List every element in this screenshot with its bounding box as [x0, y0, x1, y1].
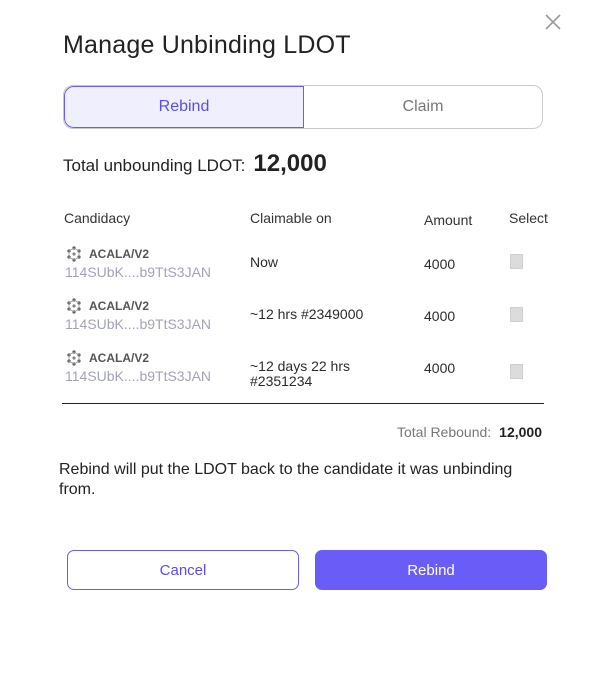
claimable-on-value: Now — [250, 254, 279, 270]
total-rebound-value: 12,000 — [499, 424, 542, 440]
select-checkbox[interactable] — [510, 307, 523, 322]
rebind-info-text: Rebind will put the LDOT back to the can… — [59, 461, 513, 498]
total-unbounding: Total unbounding LDOT: 12,000 — [63, 150, 327, 178]
rebind-button[interactable]: Rebind — [315, 550, 547, 590]
header-amount: Amount — [424, 212, 473, 228]
total-rebound-label: Total Rebound: — [396, 424, 492, 440]
tab-claim[interactable]: Claim — [304, 86, 542, 128]
header-select: Select — [509, 210, 548, 226]
total-unbounding-value: 12,000 — [253, 150, 327, 177]
close-button[interactable] — [543, 12, 563, 32]
amount-value: 4000 — [424, 256, 456, 272]
candidate-logo-icon — [66, 298, 82, 314]
tab-rebind[interactable]: Rebind — [64, 86, 304, 128]
candidate-address: 114SUbK....b9TtS3JAN — [65, 264, 212, 280]
select-checkbox[interactable] — [510, 254, 523, 269]
candidate-name: ACALA/V2 — [89, 299, 150, 313]
total-rebound: Total Rebound: 12,000 — [397, 424, 542, 440]
candidate-name: ACALA/V2 — [89, 247, 150, 261]
tab-switcher: Rebind Claim — [63, 85, 543, 129]
amount-value: 4000 — [424, 308, 456, 324]
candidate-address: 114SUbK....b9TtS3JAN — [65, 368, 212, 384]
claimable-on-value: ~12 days 22 hrs — [250, 358, 351, 374]
candidate-logo-icon — [66, 350, 82, 366]
table-divider — [62, 403, 544, 404]
candidate-name: ACALA/V2 — [89, 351, 150, 365]
header-claimable-on: Claimable on — [250, 210, 332, 226]
claimable-on-block: #2351234 — [250, 373, 313, 389]
candidate-logo-icon — [66, 246, 82, 262]
close-icon — [545, 14, 561, 30]
total-unbounding-label: Total unbounding LDOT: — [63, 156, 246, 175]
amount-value: 4000 — [424, 360, 456, 376]
candidate-address: 114SUbK....b9TtS3JAN — [65, 316, 212, 332]
select-checkbox[interactable] — [510, 364, 523, 379]
cancel-button[interactable]: Cancel — [67, 550, 299, 590]
dialog-title: Manage Unbinding LDOT — [63, 31, 351, 59]
claimable-on-value: ~12 hrs #2349000 — [250, 306, 364, 322]
header-candidacy: Candidacy — [64, 210, 131, 226]
